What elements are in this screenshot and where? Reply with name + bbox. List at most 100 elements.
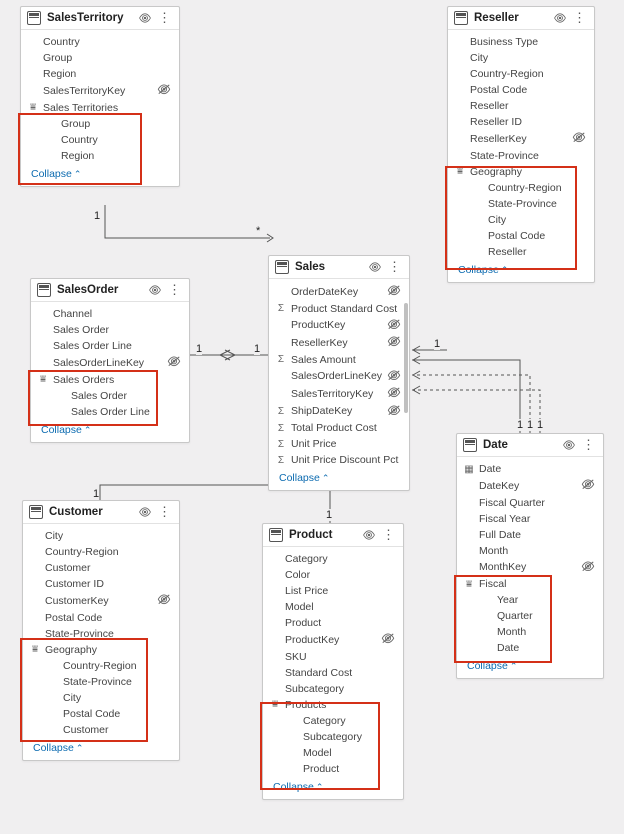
field-row[interactable]: Quarter xyxy=(457,608,603,624)
field-row[interactable]: State-Province xyxy=(23,674,179,690)
field-row[interactable]: ⩸ Products xyxy=(263,697,403,713)
scrollbar[interactable] xyxy=(404,303,408,413)
collapse-link[interactable]: Collapse⌃ xyxy=(269,468,409,490)
field-row[interactable]: Year xyxy=(457,592,603,608)
field-row[interactable]: City xyxy=(23,528,179,544)
field-row[interactable]: Σ Unit Price Discount Pct xyxy=(269,452,409,468)
visibility-icon[interactable] xyxy=(368,262,382,272)
field-row[interactable]: Postal Code xyxy=(23,706,179,722)
field-row[interactable]: ▦ Date xyxy=(457,461,603,477)
field-row[interactable]: Model xyxy=(263,599,403,615)
visibility-icon[interactable] xyxy=(138,13,152,23)
table-product[interactable]: Product ⋮ Category Color List Price Mode… xyxy=(262,523,404,800)
field-row[interactable]: Sales Order Line xyxy=(31,338,189,354)
field-row[interactable]: Business Type xyxy=(448,34,594,50)
field-row[interactable]: Standard Cost xyxy=(263,665,403,681)
table-header[interactable]: SalesOrder ⋮ xyxy=(31,279,189,302)
more-icon[interactable]: ⋮ xyxy=(580,440,597,450)
table-header[interactable]: Date ⋮ xyxy=(457,434,603,457)
field-row[interactable]: Customer ID xyxy=(23,576,179,592)
field-row[interactable]: Σ Sales Amount xyxy=(269,352,409,368)
table-customer[interactable]: Customer ⋮ City Country-Region Customer … xyxy=(22,500,180,761)
table-sales[interactable]: Sales ⋮ OrderDateKey Σ Product Standard … xyxy=(268,255,410,491)
field-row[interactable]: CustomerKey xyxy=(23,592,179,610)
field-row[interactable]: Σ Total Product Cost xyxy=(269,420,409,436)
table-header[interactable]: Product ⋮ xyxy=(263,524,403,547)
field-row[interactable]: SalesOrderLineKey xyxy=(31,354,189,372)
field-row[interactable]: Month xyxy=(457,543,603,559)
field-row[interactable]: ProductKey xyxy=(263,631,403,649)
field-row[interactable]: Fiscal Quarter xyxy=(457,495,603,511)
field-row[interactable]: State-Province xyxy=(448,196,594,212)
field-row[interactable]: Subcategory xyxy=(263,729,403,745)
field-row[interactable]: Σ Unit Price xyxy=(269,436,409,452)
table-salesTerritory[interactable]: SalesTerritory ⋮ Country Group Region Sa… xyxy=(20,6,180,187)
field-row[interactable]: Product xyxy=(263,615,403,631)
field-row[interactable]: Sales Order Line xyxy=(31,404,189,420)
collapse-link[interactable]: Collapse⌃ xyxy=(23,738,179,760)
field-row[interactable]: SKU xyxy=(263,649,403,665)
more-icon[interactable]: ⋮ xyxy=(380,530,397,540)
field-row[interactable]: Category xyxy=(263,713,403,729)
field-row[interactable]: SalesTerritoryKey xyxy=(21,82,179,100)
field-row[interactable]: City xyxy=(23,690,179,706)
field-row[interactable]: ⩸ Sales Orders xyxy=(31,372,189,388)
field-row[interactable]: Channel xyxy=(31,306,189,322)
field-row[interactable]: ProductKey xyxy=(269,317,409,335)
collapse-link[interactable]: Collapse⌃ xyxy=(448,260,594,282)
collapse-link[interactable]: Collapse⌃ xyxy=(457,656,603,678)
field-row[interactable]: Product xyxy=(263,761,403,777)
collapse-link[interactable]: Collapse⌃ xyxy=(21,164,179,186)
field-row[interactable]: Region xyxy=(21,148,179,164)
field-row[interactable]: Country-Region xyxy=(23,658,179,674)
field-row[interactable]: MonthKey xyxy=(457,559,603,577)
field-row[interactable]: Country-Region xyxy=(448,66,594,82)
table-header[interactable]: Reseller ⋮ xyxy=(448,7,594,30)
field-row[interactable]: ⩸ Geography xyxy=(23,642,179,658)
field-row[interactable]: Postal Code xyxy=(23,610,179,626)
field-row[interactable]: DateKey xyxy=(457,477,603,495)
field-row[interactable]: ⩸ Fiscal xyxy=(457,576,603,592)
field-row[interactable]: ResellerKey xyxy=(448,130,594,148)
field-row[interactable]: Category xyxy=(263,551,403,567)
collapse-link[interactable]: Collapse⌃ xyxy=(31,420,189,442)
visibility-icon[interactable] xyxy=(562,440,576,450)
visibility-icon[interactable] xyxy=(138,507,152,517)
table-date[interactable]: Date ⋮▦ Date DateKey Fiscal Quarter Fisc… xyxy=(456,433,604,679)
field-row[interactable]: Model xyxy=(263,745,403,761)
field-row[interactable]: SalesOrderLineKey xyxy=(269,368,409,386)
field-row[interactable]: Country-Region xyxy=(23,544,179,560)
field-row[interactable]: Month xyxy=(457,624,603,640)
visibility-icon[interactable] xyxy=(148,285,162,295)
field-row[interactable]: City xyxy=(448,50,594,66)
field-row[interactable]: ⩸ Sales Territories xyxy=(21,100,179,116)
field-row[interactable]: Reseller ID xyxy=(448,114,594,130)
field-row[interactable]: Postal Code xyxy=(448,228,594,244)
field-row[interactable]: Region xyxy=(21,66,179,82)
more-icon[interactable]: ⋮ xyxy=(571,13,588,23)
field-row[interactable]: SalesTerritoryKey xyxy=(269,385,409,403)
field-row[interactable]: Reseller xyxy=(448,244,594,260)
field-row[interactable]: List Price xyxy=(263,583,403,599)
field-row[interactable]: Sales Order xyxy=(31,388,189,404)
more-icon[interactable]: ⋮ xyxy=(386,262,403,272)
more-icon[interactable]: ⋮ xyxy=(166,285,183,295)
field-row[interactable]: Σ ShipDateKey xyxy=(269,403,409,421)
field-row[interactable]: City xyxy=(448,212,594,228)
table-header[interactable]: SalesTerritory ⋮ xyxy=(21,7,179,30)
visibility-icon[interactable] xyxy=(553,13,567,23)
field-row[interactable]: Subcategory xyxy=(263,681,403,697)
field-row[interactable]: Customer xyxy=(23,560,179,576)
field-row[interactable]: Sales Order xyxy=(31,322,189,338)
field-row[interactable]: Group xyxy=(21,50,179,66)
model-diagram-canvas[interactable]: 1 * 1 1 1 1 1 1 1 1 { "collapse_label": … xyxy=(0,0,624,834)
field-row[interactable]: Postal Code xyxy=(448,82,594,98)
field-row[interactable]: OrderDateKey xyxy=(269,283,409,301)
field-row[interactable]: Full Date xyxy=(457,527,603,543)
field-row[interactable]: Country xyxy=(21,34,179,50)
field-row[interactable]: ResellerKey xyxy=(269,334,409,352)
table-header[interactable]: Customer ⋮ xyxy=(23,501,179,524)
table-header[interactable]: Sales ⋮ xyxy=(269,256,409,279)
field-row[interactable]: Customer xyxy=(23,722,179,738)
field-row[interactable]: Country xyxy=(21,132,179,148)
